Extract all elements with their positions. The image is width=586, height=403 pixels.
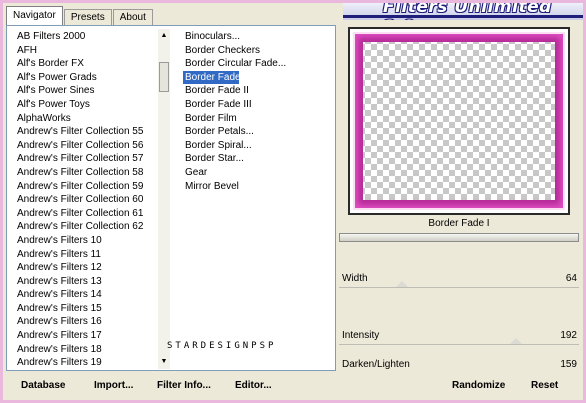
param-name: Intensity — [342, 330, 380, 341]
category-item[interactable]: Andrew's Filters 12 — [17, 261, 157, 275]
filter-item[interactable]: Border Petals... — [183, 125, 323, 139]
category-item[interactable]: Andrew's Filter Collection 57 — [17, 152, 157, 166]
filter-item[interactable]: Border Circular Fade... — [183, 57, 323, 71]
category-item[interactable]: AB Filters 2000 — [17, 30, 157, 44]
category-item[interactable]: Andrew's Filter Collection 59 — [17, 180, 157, 194]
filter-item[interactable]: Gear — [183, 166, 323, 180]
category-item[interactable]: Andrew's Filter Collection 60 — [17, 193, 157, 207]
category-item[interactable]: Andrew's Filter Collection 58 — [17, 166, 157, 180]
database-button[interactable]: Database — [21, 380, 65, 391]
editor-button[interactable]: Editor... — [235, 380, 272, 391]
category-item[interactable]: Alf's Power Sines — [17, 84, 157, 98]
category-item[interactable]: AlphaWorks — [17, 112, 157, 126]
filter-item[interactable]: Mirror Bevel — [183, 180, 323, 194]
category-item[interactable]: Andrew's Filters 16 — [17, 315, 157, 329]
category-item[interactable]: Andrew's Filter Collection 55 — [17, 125, 157, 139]
banner-rule — [343, 15, 583, 18]
category-item[interactable]: Alf's Power Toys — [17, 98, 157, 112]
scroll-down-icon[interactable]: ▼ — [159, 357, 169, 367]
category-item[interactable]: Andrew's Filter Collection 61 — [17, 207, 157, 221]
category-item[interactable]: Andrew's Filters 18 — [17, 343, 157, 357]
param-name: Darken/Lighten — [342, 359, 410, 370]
filter-item[interactable]: Border Star... — [183, 152, 323, 166]
reset-button[interactable]: Reset — [531, 380, 558, 391]
app-banner: Filters Unlimited 2.0 — [343, 3, 583, 20]
category-item[interactable]: Andrew's Filters 14 — [17, 288, 157, 302]
scrollbar-thumb[interactable] — [159, 62, 169, 92]
param-track[interactable] — [339, 344, 579, 345]
filter-item[interactable]: Border Fade II — [183, 84, 323, 98]
category-item[interactable]: Andrew's Filters 15 — [17, 302, 157, 316]
filter-list[interactable]: Binoculars... Border Checkers Border Circu… — [183, 30, 323, 193]
tab-presets[interactable]: Presets — [63, 9, 112, 25]
category-item[interactable]: Andrew's Filter Collection 56 — [17, 139, 157, 153]
preview-label: Border Fade I — [428, 218, 490, 229]
filters-unlimited-window: Navigator Presets About Filters Unlimite… — [3, 3, 583, 400]
tab-navigator[interactable]: Navigator — [6, 6, 63, 25]
preview-frame — [348, 27, 570, 215]
category-list[interactable]: AB Filters 2000 AFH Alf's Border FX Alf's P… — [17, 30, 157, 370]
param-value: 159 — [560, 359, 577, 370]
param-slider-knob[interactable] — [510, 338, 522, 344]
category-scrollbar[interactable]: ▲ ▼ — [158, 29, 170, 369]
preview-image[interactable] — [353, 32, 565, 210]
randomize-button[interactable]: Randomize — [452, 380, 505, 391]
filter-item[interactable]: Border Fade III — [183, 98, 323, 112]
filter-item[interactable]: Border Checkers — [183, 44, 323, 58]
param-name: Width — [342, 273, 368, 284]
category-item[interactable]: Andrew's Filters 17 — [17, 329, 157, 343]
tab-bar: Navigator Presets About — [6, 6, 154, 25]
category-item[interactable]: Alf's Power Grads — [17, 71, 157, 85]
category-item[interactable]: Andrew's Filter Collection 62 — [17, 220, 157, 234]
param-track[interactable] — [339, 287, 579, 288]
param-value: 192 — [560, 330, 577, 341]
filter-item-selected[interactable]: Border Fade I — [183, 70, 246, 85]
preview-zoom-slider[interactable] — [339, 233, 579, 242]
tab-about[interactable]: About — [112, 9, 153, 25]
watermark-text: STARDESIGNPSP — [167, 341, 277, 351]
filter-item[interactable]: Border Spiral... — [183, 139, 323, 153]
filter-info-button[interactable]: Filter Info... — [157, 380, 211, 391]
category-item[interactable]: Andrew's Filters 13 — [17, 275, 157, 289]
category-item[interactable]: AFH — [17, 44, 157, 58]
category-item[interactable]: Andrew's Filters 11 — [17, 248, 157, 262]
param-value: 64 — [565, 273, 577, 284]
import-button[interactable]: Import... — [94, 380, 133, 391]
category-item[interactable]: Alf's Border FX — [17, 57, 157, 71]
category-item[interactable]: Andrew's Filters 10 — [17, 234, 157, 248]
category-item[interactable]: Andrew's Filters 19 — [17, 356, 157, 370]
scroll-up-icon[interactable]: ▲ — [159, 31, 169, 41]
filter-item[interactable]: Border Film — [183, 112, 323, 126]
param-slider-knob[interactable] — [396, 281, 408, 287]
filter-item[interactable]: Binoculars... — [183, 30, 323, 44]
navigator-panel: AB Filters 2000 AFH Alf's Border FX Alf's P… — [6, 25, 336, 371]
